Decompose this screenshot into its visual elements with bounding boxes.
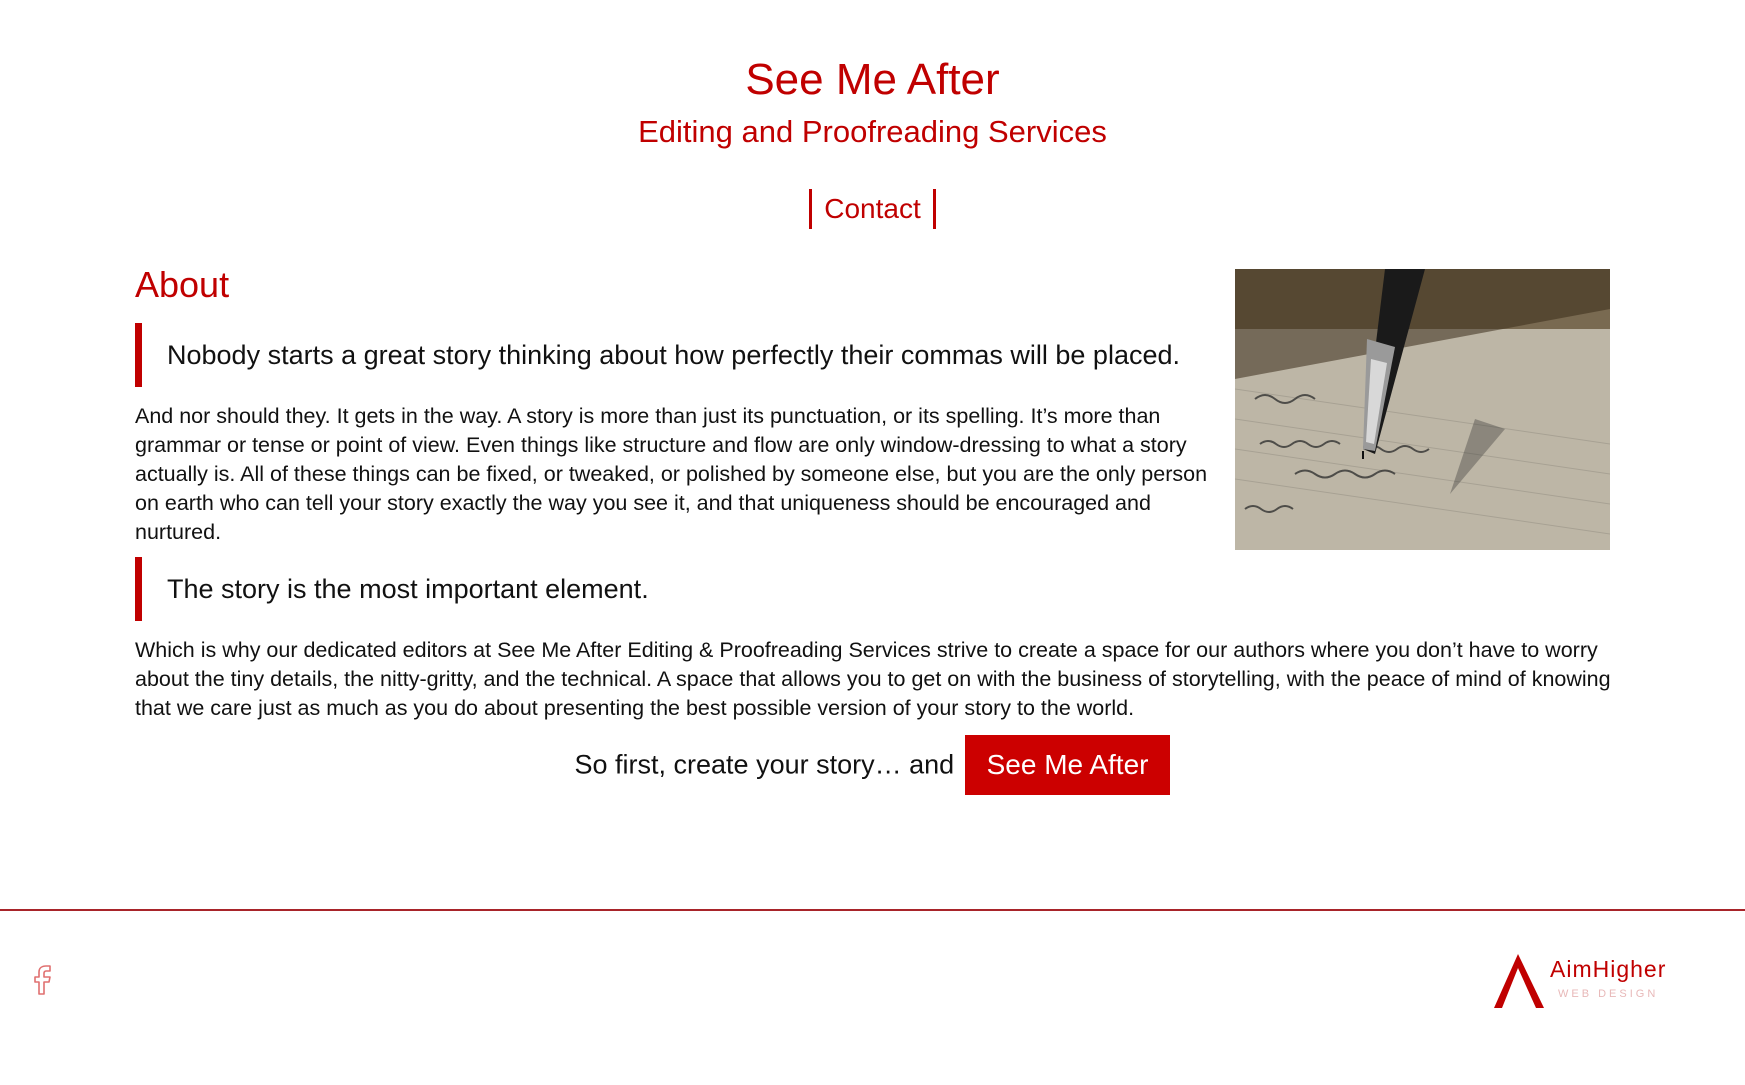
facebook-icon[interactable] bbox=[30, 962, 56, 996]
logo-tagline: WEB DESIGN bbox=[1558, 988, 1659, 1000]
cta-text: So first, create your story… and bbox=[574, 749, 955, 780]
pull-quote: The story is the most important element. bbox=[135, 557, 649, 621]
logo-name: AimHigher bbox=[1550, 956, 1667, 982]
about-heading: About bbox=[135, 264, 230, 305]
call-to-action: So first, create your story… and See Me … bbox=[0, 735, 1745, 795]
site-subtitle: Editing and Proofreading Services bbox=[638, 114, 1107, 149]
fountain-pen-writing-image bbox=[1235, 269, 1610, 550]
see-me-after-button[interactable]: See Me After bbox=[964, 735, 1171, 795]
main-nav: Contact bbox=[0, 189, 1745, 229]
facebook-icon-glyph bbox=[34, 965, 51, 995]
about-paragraph: And nor should they. It gets in the way.… bbox=[135, 404, 1208, 544]
footer-divider bbox=[0, 909, 1745, 911]
nav-link-contact[interactable]: Contact bbox=[809, 189, 936, 229]
aimhigher-logo-mark bbox=[1494, 954, 1544, 1008]
about-paragraph: Which is why our dedicated editors at Se… bbox=[135, 638, 1611, 720]
site-title: See Me After bbox=[745, 55, 1000, 104]
fountain-pen-image bbox=[1235, 269, 1610, 550]
aimhigher-logo[interactable]: AimHigher WEB DESIGN bbox=[1490, 950, 1680, 1012]
pull-quote: Nobody starts a great story thinking abo… bbox=[135, 323, 1180, 387]
